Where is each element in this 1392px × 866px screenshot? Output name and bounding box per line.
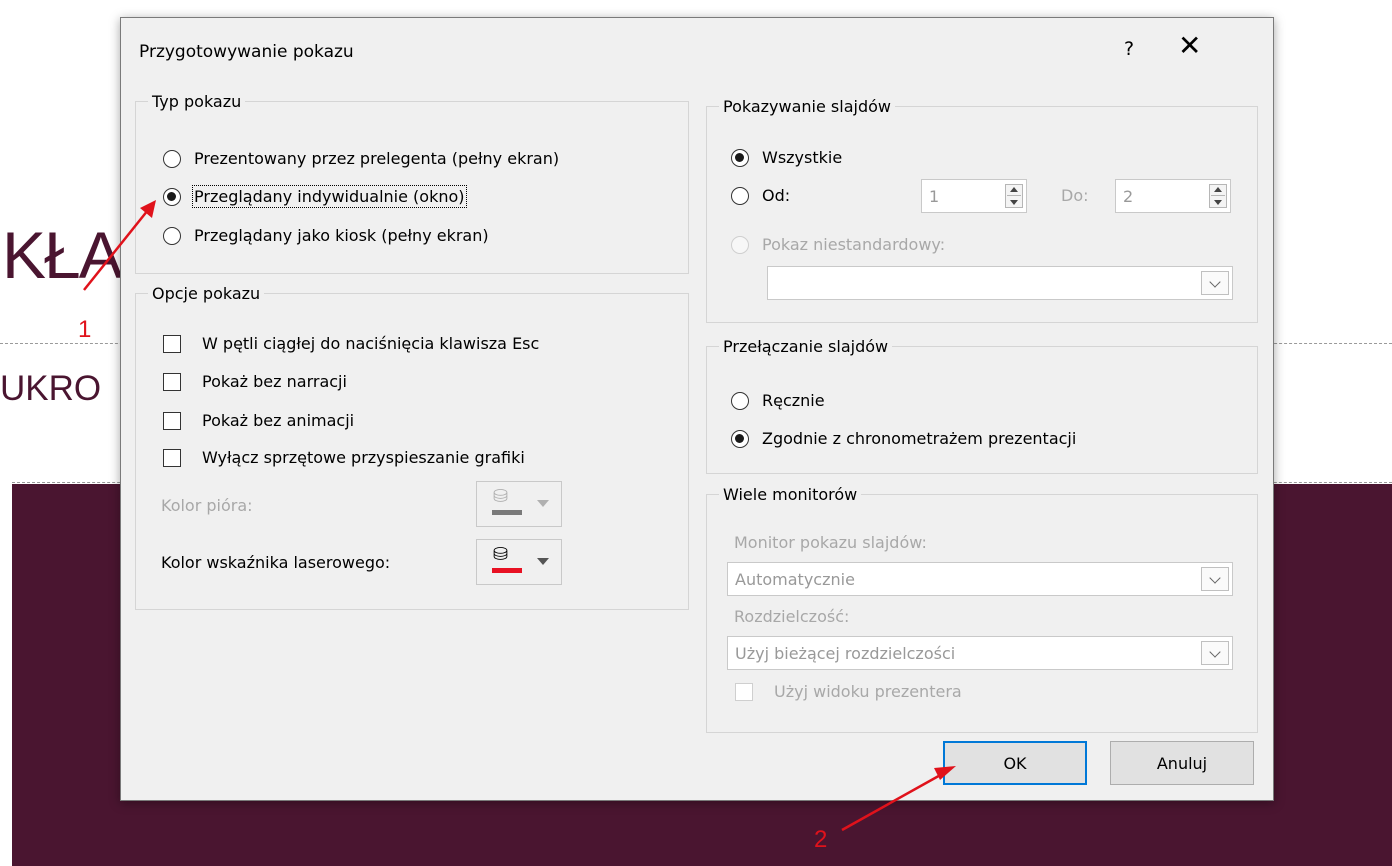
annotation-label-2: 2 (814, 826, 828, 853)
arrow-2 (841, 766, 956, 832)
arrow-1 (83, 200, 156, 291)
annotation-label-1: 1 (78, 316, 92, 343)
annotation-arrows (83, 200, 956, 832)
